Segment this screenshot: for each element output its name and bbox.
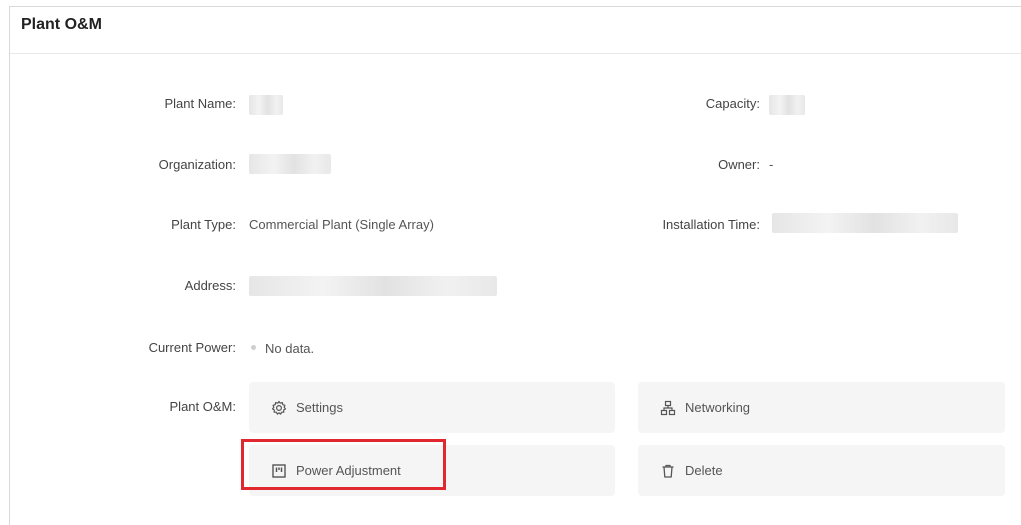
panel-header: Plant O&M	[10, 7, 1021, 54]
network-icon	[660, 400, 676, 416]
plant-name-label: Plant Name:	[164, 96, 236, 111]
current-power-value: No data.	[265, 341, 315, 356]
settings-button[interactable]: Settings	[249, 382, 615, 433]
installation-time-label: Installation Time:	[662, 217, 760, 232]
power-adjust-icon	[271, 463, 287, 479]
settings-button-label: Settings	[296, 400, 343, 415]
networking-button-label: Networking	[685, 400, 751, 415]
gear-icon	[271, 400, 287, 416]
installation-time-redacted	[772, 213, 958, 233]
delete-button[interactable]: Delete	[638, 445, 1005, 496]
plant-name-redacted	[249, 95, 283, 115]
networking-button[interactable]: Networking	[638, 382, 1005, 433]
power-adjustment-button-label: Power Adjustment	[296, 463, 401, 478]
owner-label: Owner:	[718, 157, 760, 172]
status-dot	[251, 345, 256, 350]
page-title: Plant O&M	[21, 16, 102, 33]
plant-type-value: Commercial Plant (Single Array)	[249, 217, 434, 232]
current-power-label: Current Power:	[148, 340, 236, 355]
trash-icon	[660, 463, 676, 479]
organization-label: Organization:	[158, 157, 236, 172]
plant-type-label: Plant Type:	[171, 217, 236, 232]
address-redacted	[249, 276, 497, 296]
organization-redacted	[249, 154, 331, 174]
capacity-label: Capacity:	[705, 96, 760, 111]
power-adjustment-button[interactable]: Power Adjustment	[249, 445, 615, 496]
owner-value: -	[769, 157, 774, 172]
delete-button-label: Delete	[685, 463, 723, 478]
plant-om-label: Plant O&M:	[169, 399, 236, 414]
address-label: Address:	[184, 278, 236, 293]
capacity-redacted	[769, 95, 805, 115]
